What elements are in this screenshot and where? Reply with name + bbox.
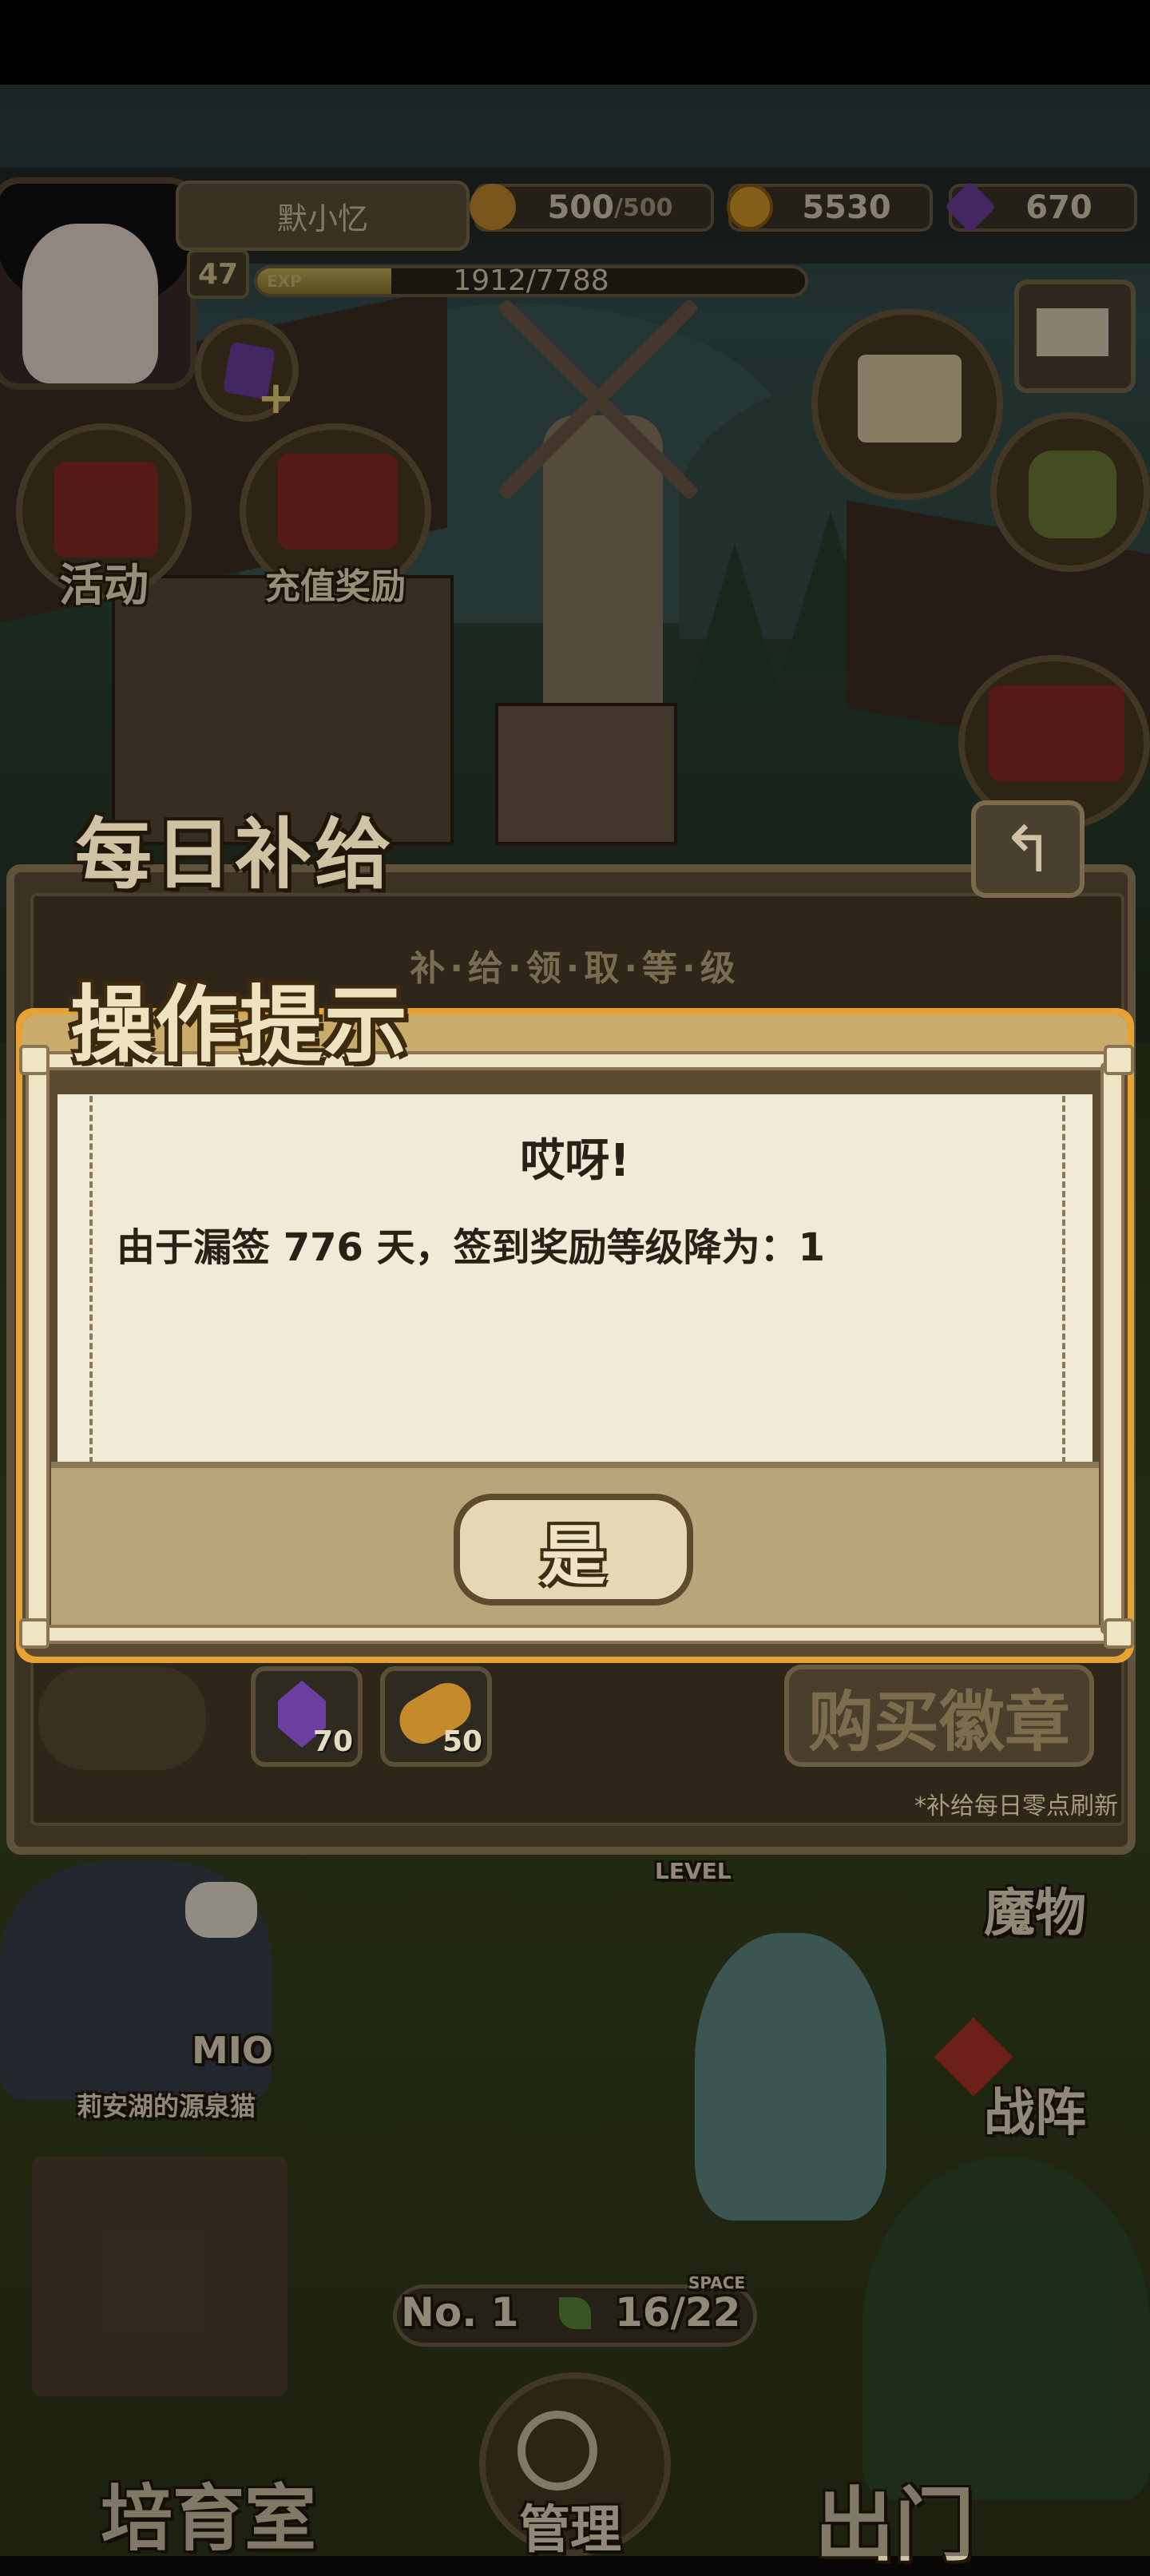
confirm-button-label: 是 xyxy=(540,1518,606,1594)
reward-slot[interactable]: 70 xyxy=(251,1666,363,1767)
dialog-corner-stud xyxy=(19,1618,50,1649)
dialog-rail-right xyxy=(1100,1062,1124,1634)
dialog-heading: 哎呀! xyxy=(520,1135,630,1187)
dialog-title: 操作提示 xyxy=(70,976,410,1074)
dialog-corner-stud xyxy=(19,1045,50,1075)
dialog-message: 由于漏签 776 天，签到奖励等级降为：1 xyxy=(117,1225,826,1270)
dialog-rail-bottom xyxy=(34,1625,1116,1644)
coin-pile-icon xyxy=(38,1666,206,1770)
status-bar xyxy=(0,0,1150,85)
refresh-note: *补给每日零点刷新 xyxy=(914,1792,1118,1820)
dialog-corner-stud xyxy=(1104,1618,1134,1649)
reward-slot[interactable]: 50 xyxy=(380,1666,492,1767)
back-button[interactable]: ↰ xyxy=(971,800,1085,898)
buy-badge-button[interactable]: 购买徽章 xyxy=(784,1665,1094,1767)
back-arrow-icon: ↰ xyxy=(1001,812,1055,887)
confirm-button[interactable]: 是 xyxy=(454,1494,693,1606)
reward-quantity: 70 xyxy=(313,1725,354,1758)
reward-quantity: 50 xyxy=(442,1725,483,1758)
daily-supply-title: 每日补给 xyxy=(75,810,395,899)
dialog-corner-stud xyxy=(1104,1045,1134,1075)
dialog-rail-left xyxy=(26,1062,50,1634)
